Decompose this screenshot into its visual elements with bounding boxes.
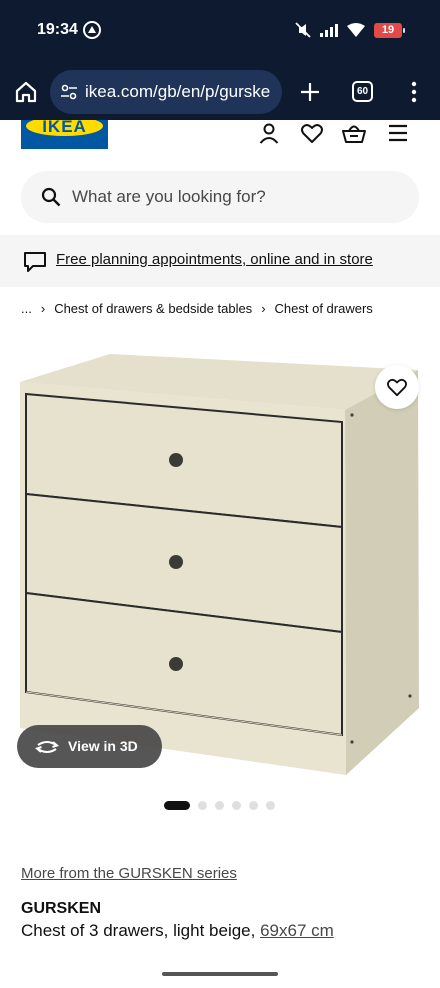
chevron-right-icon: › — [40, 301, 46, 316]
gallery-dot[interactable] — [198, 801, 207, 810]
site-settings-icon[interactable] — [60, 83, 78, 101]
add-to-favourites-button[interactable] — [375, 365, 419, 409]
planning-appointments-link[interactable]: Free planning appointments, online and i… — [56, 251, 373, 268]
promo-banner: Free planning appointments, online and i… — [0, 235, 440, 287]
tab-count-button[interactable]: 60 — [352, 81, 373, 102]
pin-icon — [83, 21, 101, 39]
view-in-3d-label: View in 3D — [68, 738, 138, 754]
mute-icon — [295, 22, 311, 38]
search-placeholder[interactable]: What are you looking for? — [72, 187, 266, 207]
product-name: GURSKEN — [21, 900, 102, 917]
logo-text: IKEA — [42, 120, 87, 136]
gallery-dot[interactable] — [215, 801, 224, 810]
breadcrumb: ... › Chest of drawers & bedside tables … — [21, 301, 373, 316]
wifi-icon — [347, 23, 365, 37]
product-description: Chest of 3 drawers, light beige, 69x67 c… — [21, 921, 334, 941]
chest-side — [345, 370, 419, 775]
gesture-handle[interactable] — [162, 972, 278, 976]
search-bar[interactable]: What are you looking for? — [21, 171, 419, 223]
account-icon[interactable] — [257, 121, 281, 145]
heart-icon — [387, 378, 407, 397]
search-icon — [41, 187, 61, 207]
product-size-link[interactable]: 69x67 cm — [260, 921, 334, 940]
new-tab-icon[interactable] — [298, 80, 322, 104]
breadcrumb-chest-bedside[interactable]: Chest of drawers & bedside tables — [54, 301, 252, 316]
status-time: 19:34 — [37, 21, 78, 38]
url-text[interactable]: ikea.com/gb/en/p/gurske — [85, 82, 270, 102]
series-link[interactable]: More from the GURSKEN series — [21, 865, 237, 882]
view-in-3d-button[interactable]: View in 3D — [17, 725, 162, 768]
gallery-dot[interactable] — [266, 801, 275, 810]
address-bar[interactable]: ikea.com/gb/en/p/gurske — [50, 70, 282, 114]
drawer-knob — [169, 657, 183, 671]
breadcrumb-ellipsis[interactable]: ... — [21, 301, 32, 316]
gallery-pagination — [164, 801, 275, 810]
menu-icon[interactable] — [386, 121, 410, 145]
home-icon[interactable] — [14, 80, 38, 104]
gallery-dot[interactable] — [232, 801, 241, 810]
more-options-icon[interactable] — [404, 80, 424, 104]
ikea-logo[interactable]: IKEA — [21, 120, 108, 149]
chat-bubble-icon — [24, 252, 46, 272]
gallery-dot[interactable] — [249, 801, 258, 810]
breadcrumb-chest-of-drawers[interactable]: Chest of drawers — [275, 301, 373, 316]
basket-icon[interactable] — [342, 121, 366, 145]
product-image[interactable] — [0, 330, 440, 792]
product-description-text: Chest of 3 drawers, light beige, — [21, 921, 256, 940]
drawer-knob — [169, 555, 183, 569]
browser-toolbar: ikea.com/gb/en/p/gurske 60 — [0, 62, 440, 120]
status-icons: 19 — [295, 22, 405, 38]
status-bar: 19:34 19 — [0, 0, 440, 62]
rotate-3d-icon — [35, 741, 59, 753]
chevron-right-icon: › — [261, 301, 266, 316]
heart-icon[interactable] — [300, 121, 324, 145]
gallery-dot-active[interactable] — [164, 801, 190, 810]
signal-icon — [320, 24, 338, 37]
drawer-knob — [169, 453, 183, 467]
battery-icon: 19 — [374, 22, 405, 38]
